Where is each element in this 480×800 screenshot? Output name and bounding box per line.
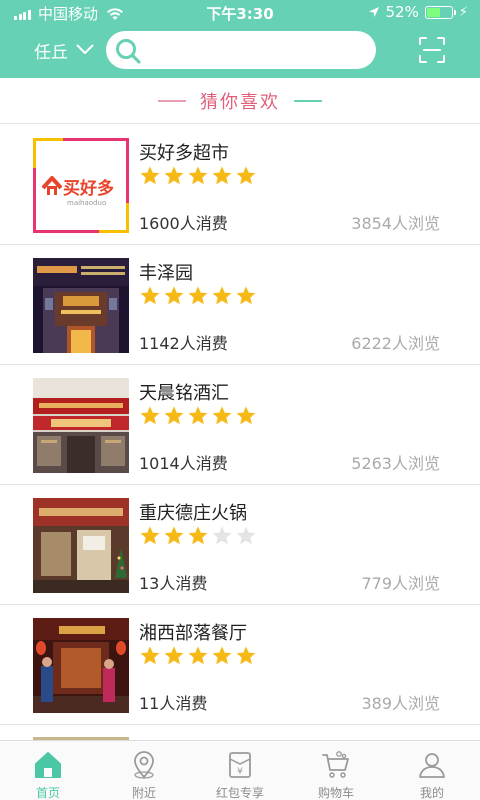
star-filled-icon	[236, 646, 256, 665]
shop-name: 重庆德庄火锅	[139, 503, 247, 524]
city-selector[interactable]: 任丘	[34, 38, 94, 63]
home-icon	[35, 752, 61, 778]
shop-views: 5263人浏览	[351, 454, 440, 473]
rating-stars	[139, 285, 259, 307]
search-bar[interactable]	[106, 31, 376, 69]
title-dash-left	[158, 99, 186, 102]
tab-label: 首页	[35, 786, 60, 800]
search-input[interactable]	[146, 37, 361, 63]
rating-stars	[139, 645, 259, 667]
status-right: 52% ⚡	[368, 3, 468, 21]
title-dash-right	[294, 99, 322, 102]
shop-name: 丰泽园	[139, 263, 193, 284]
star-filled-icon	[236, 406, 256, 425]
shop-views: 779人浏览	[361, 574, 440, 593]
status-bar: 中国移动 下午3:30 52% ⚡	[0, 0, 480, 24]
rating-stars	[139, 165, 259, 187]
shop-thumbnail	[33, 258, 129, 353]
shop-views: 389人浏览	[361, 694, 440, 713]
star-filled-icon	[188, 526, 208, 545]
tab-label: 购物车	[317, 786, 354, 800]
section-title: 猜你喜欢	[0, 78, 480, 124]
shop-item[interactable]: 丰泽园 1142人消费 6222人浏览	[0, 245, 480, 365]
logo-subtext: maihaoduo	[67, 199, 106, 207]
shop-item[interactable]: 重庆德庄火锅 13人消费 779人浏览	[0, 485, 480, 605]
shop-item[interactable]: 湘西部落餐厅 11人消费 389人浏览	[0, 605, 480, 725]
star-filled-icon	[140, 406, 160, 425]
star-filled-icon	[140, 166, 160, 185]
star-filled-icon	[212, 646, 232, 665]
star-filled-icon	[236, 166, 256, 185]
shop-sales: 1142人消费	[139, 334, 228, 353]
tab-label: 我的	[419, 786, 444, 800]
star-filled-icon	[188, 166, 208, 185]
search-icon	[116, 39, 141, 64]
star-filled-icon	[140, 286, 160, 305]
svg-text:¥: ¥	[237, 767, 243, 777]
chevron-down-icon	[76, 44, 94, 54]
shop-sales: 11人消费	[139, 694, 208, 713]
star-filled-icon	[188, 406, 208, 425]
shop-sales: 1600人消费	[139, 214, 228, 233]
logo-wordmark: 买好多	[63, 178, 114, 199]
cart-icon	[322, 751, 349, 778]
star-filled-icon	[140, 646, 160, 665]
rating-stars	[139, 405, 259, 427]
location-icon	[134, 751, 154, 779]
star-filled-icon	[212, 406, 232, 425]
shop-name: 天晨铭酒汇	[139, 383, 229, 404]
shop-list: 买好多 maihaoduo 买好多超市 1600人消费 3854人浏览 丰泽园 …	[0, 125, 480, 725]
battery-icon	[424, 5, 456, 19]
shop-thumbnail	[33, 618, 129, 713]
star-filled-icon	[212, 166, 232, 185]
star-filled-icon	[188, 646, 208, 665]
hotpot-storefront-photo	[33, 498, 129, 593]
app-header: 中国移动 下午3:30 52% ⚡ 任丘	[0, 0, 480, 78]
restaurant-interior-photo	[33, 618, 129, 713]
shop-sales: 13人消费	[139, 574, 208, 593]
star-filled-icon	[164, 406, 184, 425]
shop-thumbnail: 买好多 maihaoduo	[33, 138, 129, 233]
tab-label: 附近	[131, 786, 156, 800]
shop-thumbnail	[33, 498, 129, 593]
tab-home[interactable]: 首页	[0, 741, 96, 800]
user-icon	[419, 753, 445, 778]
liquor-store-photo	[33, 378, 129, 473]
shop-views: 6222人浏览	[351, 334, 440, 353]
star-filled-icon	[236, 286, 256, 305]
shop-thumbnail	[33, 378, 129, 473]
tab-cart[interactable]: 购物车	[288, 741, 384, 800]
battery-percent: 52%	[385, 3, 419, 21]
shop-item[interactable]: 天晨铭酒汇 1014人消费 5263人浏览	[0, 365, 480, 485]
shop-item[interactable]: 买好多 maihaoduo 买好多超市 1600人消费 3854人浏览	[0, 125, 480, 245]
scan-icon[interactable]	[418, 36, 446, 64]
star-filled-icon	[164, 286, 184, 305]
star-filled-icon	[212, 286, 232, 305]
star-filled-icon	[164, 646, 184, 665]
restaurant-night-photo	[33, 258, 129, 353]
star-filled-icon	[164, 526, 184, 545]
shop-name: 买好多超市	[139, 143, 229, 164]
star-filled-icon	[140, 526, 160, 545]
section-title-text: 猜你喜欢	[200, 91, 280, 113]
location-arrow-icon	[368, 7, 379, 17]
tab-red-envelope[interactable]: ¥ 红包专享	[192, 741, 288, 800]
supermarket-logo-image: 买好多 maihaoduo	[33, 138, 129, 233]
tab-label: 红包专享	[215, 786, 264, 800]
star-empty-icon	[212, 526, 232, 545]
star-filled-icon	[164, 166, 184, 185]
tab-bar: 首页 附近 ¥ 红包专享 购物车 我的	[0, 740, 480, 800]
star-empty-icon	[236, 526, 256, 545]
charging-icon: ⚡	[458, 4, 468, 20]
tab-nearby[interactable]: 附近	[96, 741, 192, 800]
red-envelope-icon: ¥	[229, 752, 251, 778]
rating-stars	[139, 525, 259, 547]
city-label: 任丘	[34, 43, 68, 63]
shop-sales: 1014人消费	[139, 454, 228, 473]
tab-profile[interactable]: 我的	[384, 741, 480, 800]
shop-views: 3854人浏览	[351, 214, 440, 233]
star-filled-icon	[188, 286, 208, 305]
shop-name: 湘西部落餐厅	[139, 623, 247, 644]
